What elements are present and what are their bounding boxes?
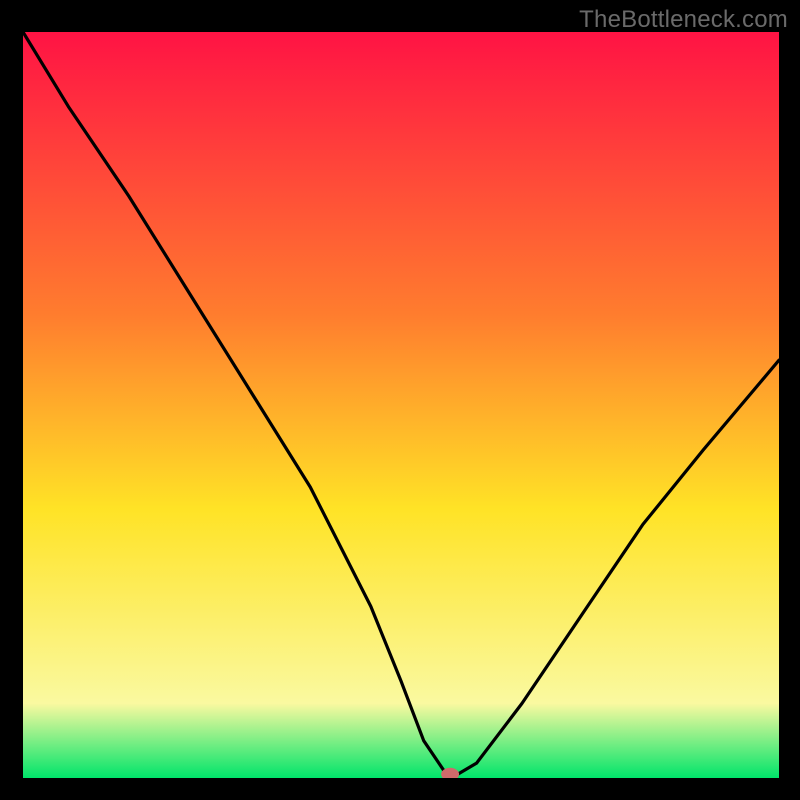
plot-area	[23, 32, 779, 778]
watermark-text: TheBottleneck.com	[579, 6, 788, 34]
gradient-background	[23, 32, 779, 778]
chart-svg	[23, 32, 779, 778]
chart-frame: TheBottleneck.com	[0, 0, 800, 800]
